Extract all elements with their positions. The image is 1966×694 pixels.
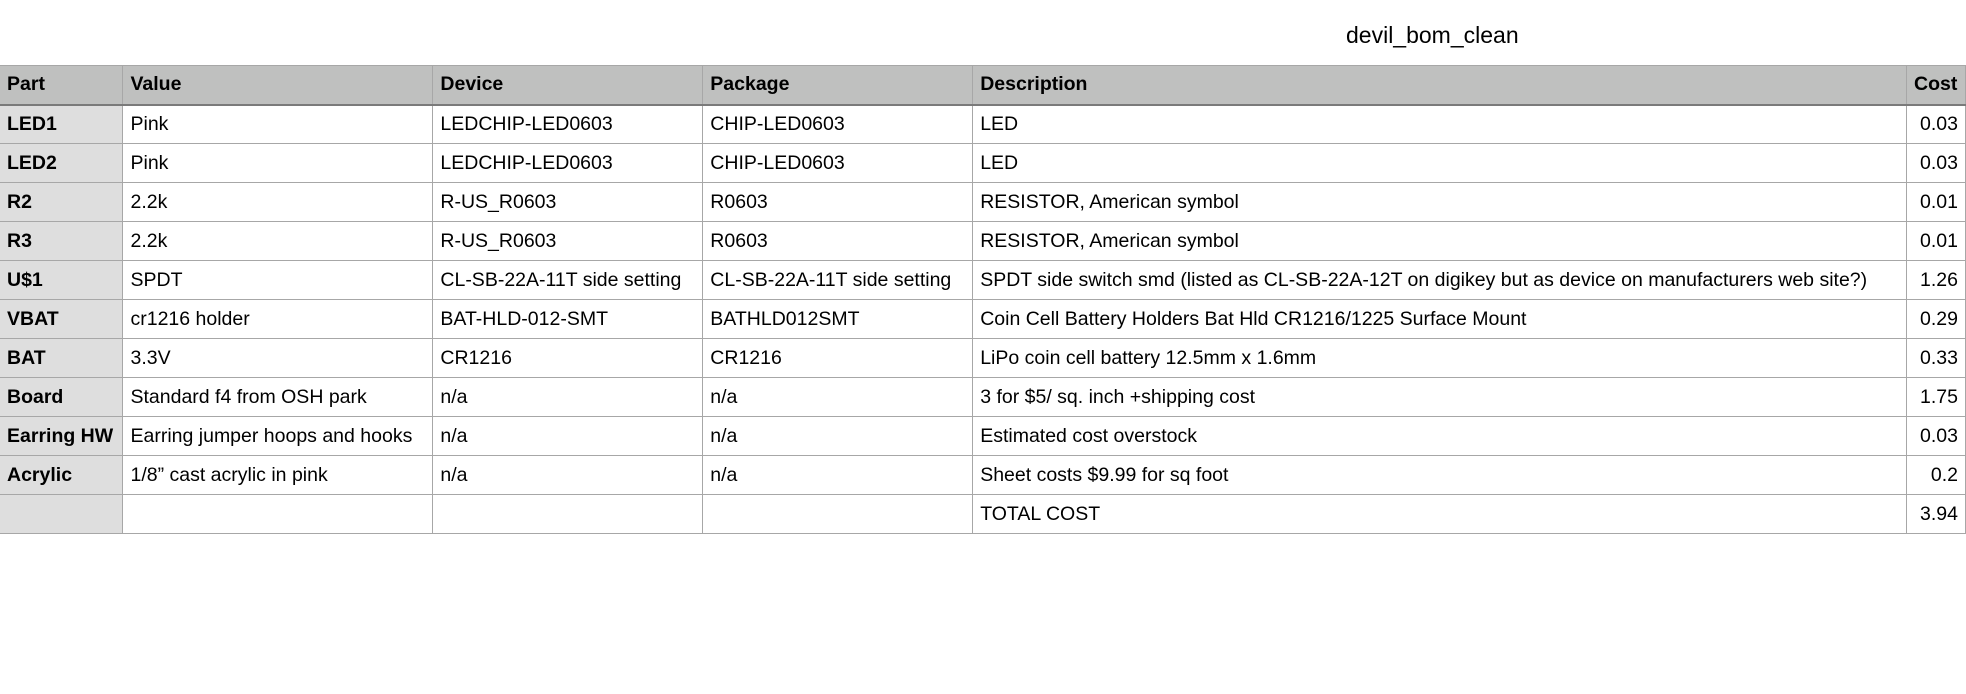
cell-device[interactable]: R-US_R0603	[432, 221, 704, 261]
cell-value[interactable]: Earring jumper hoops and hooks	[122, 416, 434, 456]
cell-device[interactable]: R-US_R0603	[432, 182, 704, 222]
bom-table: Part Value Device Package Description Co…	[0, 65, 1966, 534]
cell-value[interactable]: Standard f4 from OSH park	[122, 377, 434, 417]
cell-cost[interactable]: 0.33	[1906, 338, 1966, 378]
cell-cost[interactable]: 0.03	[1906, 416, 1966, 456]
cell-package[interactable]: CR1216	[702, 338, 974, 378]
cell-package[interactable]: n/a	[702, 377, 974, 417]
cell-package[interactable]: CL-SB-22A-11T side setting	[702, 260, 974, 300]
cell-part[interactable]: R2	[0, 182, 124, 222]
cell-part[interactable]: BAT	[0, 338, 124, 378]
cell-part[interactable]: U$1	[0, 260, 124, 300]
cell-description[interactable]: RESISTOR, American symbol	[972, 221, 1907, 261]
cell-description[interactable]: LED	[972, 104, 1907, 144]
cell-value[interactable]: 2.2k	[122, 221, 434, 261]
cell-value[interactable]: Pink	[122, 143, 434, 183]
cell-value[interactable]: 1/8” cast acrylic in pink	[122, 455, 434, 495]
cell-package[interactable]: CHIP-LED0603	[702, 143, 974, 183]
cell-part[interactable]: R3	[0, 221, 124, 261]
cell-cost[interactable]: 0.01	[1906, 182, 1966, 222]
table-row: VBAT cr1216 holder BAT-HLD-012-SMT BATHL…	[0, 299, 1966, 339]
cell-value[interactable]: 3.3V	[122, 338, 434, 378]
cell-description[interactable]: LED	[972, 143, 1907, 183]
cell-device[interactable]: BAT-HLD-012-SMT	[432, 299, 704, 339]
header-part[interactable]: Part	[0, 65, 124, 106]
total-cost-label[interactable]: TOTAL COST	[972, 494, 1907, 534]
header-value[interactable]: Value	[122, 65, 434, 106]
cell-package[interactable]: CHIP-LED0603	[702, 104, 974, 144]
cell-description[interactable]: Estimated cost overstock	[972, 416, 1907, 456]
cell-value[interactable]: SPDT	[122, 260, 434, 300]
cell-package[interactable]	[702, 494, 974, 534]
table-row: Earring HW Earring jumper hoops and hook…	[0, 416, 1966, 456]
header-description[interactable]: Description	[972, 65, 1907, 106]
cell-description[interactable]: Sheet costs $9.99 for sq foot	[972, 455, 1907, 495]
cell-part[interactable]	[0, 494, 124, 534]
cell-device[interactable]: LEDCHIP-LED0603	[432, 104, 704, 144]
total-cost-value[interactable]: 3.94	[1906, 494, 1966, 534]
cell-package[interactable]: R0603	[702, 182, 974, 222]
cell-package[interactable]: BATHLD012SMT	[702, 299, 974, 339]
header-cost[interactable]: Cost	[1906, 65, 1966, 106]
cell-device[interactable]: n/a	[432, 416, 704, 456]
cell-device[interactable]: CR1216	[432, 338, 704, 378]
cell-device[interactable]: LEDCHIP-LED0603	[432, 143, 704, 183]
table-row: R3 2.2k R-US_R0603 R0603 RESISTOR, Ameri…	[0, 221, 1966, 261]
cell-description[interactable]: Coin Cell Battery Holders Bat Hld CR1216…	[972, 299, 1907, 339]
cell-cost[interactable]: 0.01	[1906, 221, 1966, 261]
cell-cost[interactable]: 0.03	[1906, 104, 1966, 144]
cell-cost[interactable]: 0.2	[1906, 455, 1966, 495]
cell-value[interactable]: cr1216 holder	[122, 299, 434, 339]
table-row: BAT 3.3V CR1216 CR1216 LiPo coin cell ba…	[0, 338, 1966, 378]
table-row: U$1 SPDT CL-SB-22A-11T side setting CL-S…	[0, 260, 1966, 300]
cell-part[interactable]: Earring HW	[0, 416, 124, 456]
cell-description[interactable]: SPDT side switch smd (listed as CL-SB-22…	[972, 260, 1907, 300]
cell-part[interactable]: LED1	[0, 104, 124, 144]
cell-cost[interactable]: 0.29	[1906, 299, 1966, 339]
cell-part[interactable]: Board	[0, 377, 124, 417]
cell-part[interactable]: VBAT	[0, 299, 124, 339]
header-device[interactable]: Device	[432, 65, 704, 106]
cell-device[interactable]: n/a	[432, 377, 704, 417]
cell-description[interactable]: LiPo coin cell battery 12.5mm x 1.6mm	[972, 338, 1907, 378]
cell-device[interactable]: n/a	[432, 455, 704, 495]
header-row: Part Value Device Package Description Co…	[0, 65, 1966, 106]
table-row: Acrylic 1/8” cast acrylic in pink n/a n/…	[0, 455, 1966, 495]
cell-description[interactable]: RESISTOR, American symbol	[972, 182, 1907, 222]
cell-package[interactable]: n/a	[702, 455, 974, 495]
cell-part[interactable]: LED2	[0, 143, 124, 183]
cell-device[interactable]: CL-SB-22A-11T side setting	[432, 260, 704, 300]
cell-description[interactable]: 3 for $5/ sq. inch +shipping cost	[972, 377, 1907, 417]
cell-cost[interactable]: 0.03	[1906, 143, 1966, 183]
cell-cost[interactable]: 1.75	[1906, 377, 1966, 417]
table-row: R2 2.2k R-US_R0603 R0603 RESISTOR, Ameri…	[0, 182, 1966, 222]
table-row: LED1 Pink LEDCHIP-LED0603 CHIP-LED0603 L…	[0, 104, 1966, 144]
cell-package[interactable]: n/a	[702, 416, 974, 456]
cell-value[interactable]: 2.2k	[122, 182, 434, 222]
cell-device[interactable]	[432, 494, 704, 534]
total-row: TOTAL COST 3.94	[0, 494, 1966, 534]
header-package[interactable]: Package	[702, 65, 974, 106]
cell-cost[interactable]: 1.26	[1906, 260, 1966, 300]
cell-part[interactable]: Acrylic	[0, 455, 124, 495]
table-row: LED2 Pink LEDCHIP-LED0603 CHIP-LED0603 L…	[0, 143, 1966, 183]
sheet-title: devil_bom_clean	[1346, 22, 1519, 48]
table-row: Board Standard f4 from OSH park n/a n/a …	[0, 377, 1966, 417]
cell-value[interactable]: Pink	[122, 104, 434, 144]
cell-value[interactable]	[122, 494, 434, 534]
cell-package[interactable]: R0603	[702, 221, 974, 261]
